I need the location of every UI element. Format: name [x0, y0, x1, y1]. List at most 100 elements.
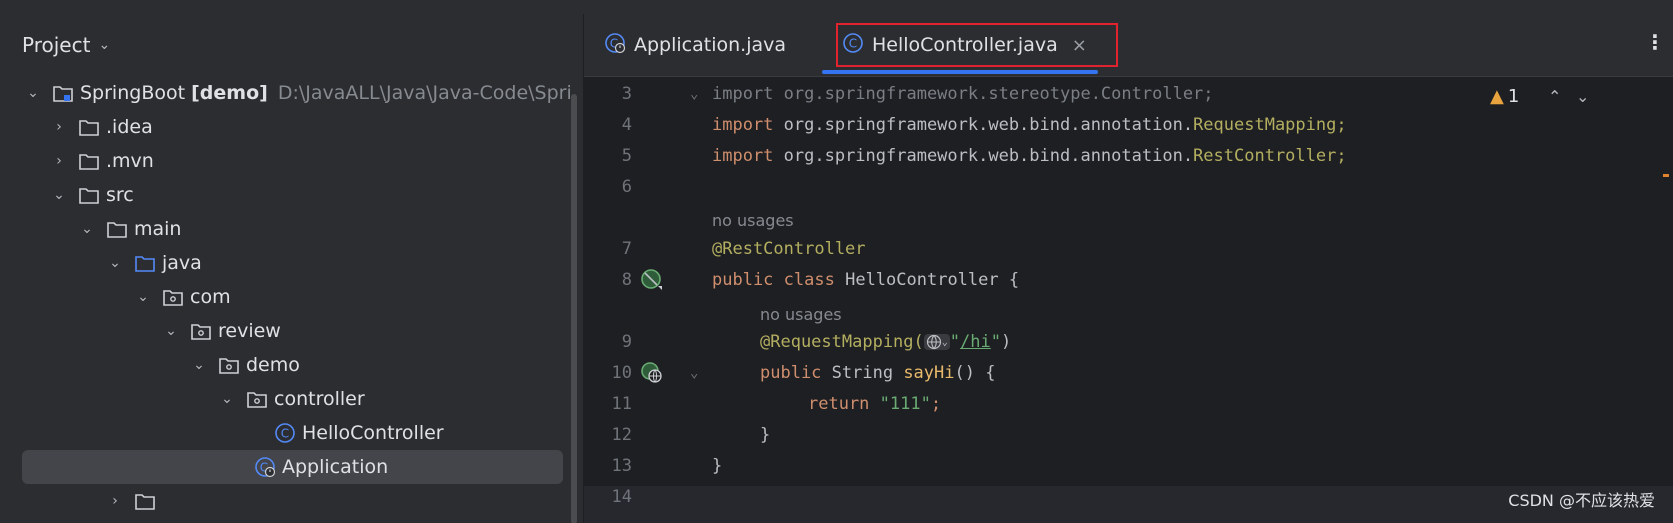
line-number: 9 [621, 332, 632, 352]
tree-node-label: main [134, 218, 182, 240]
tree-node-src[interactable]: ⌄ src [0, 178, 583, 212]
package-icon [190, 320, 212, 342]
chevron-up-icon[interactable]: ⌃ [1548, 87, 1561, 106]
folder-icon [78, 116, 100, 138]
tab-hellocontroller-java[interactable]: C HelloController.java × [842, 24, 1087, 66]
code-text: return "111"; [808, 394, 942, 414]
chevron-down-icon[interactable]: ⌄ [106, 255, 124, 271]
chevron-right-icon[interactable]: › [50, 119, 68, 135]
tree-node-main[interactable]: ⌄ main [0, 212, 583, 246]
watermark: CSDN @不应该热爱 [1508, 491, 1655, 510]
code-text: import org.springframework.stereotype.Co… [712, 84, 1214, 104]
tree-node-partial[interactable]: › [0, 484, 583, 518]
tree-node-idea[interactable]: › .idea [0, 110, 583, 144]
tree-node-label: controller [274, 388, 365, 410]
tab-application-java[interactable]: C Application.java [604, 24, 786, 66]
editor-tabs: C Application.java C HelloController.jav… [584, 14, 1673, 77]
tree-node-label: demo [246, 354, 300, 376]
spring-boot-class-icon: C [254, 456, 276, 478]
inspection-widget[interactable]: ▲ 1 [1490, 86, 1519, 107]
tree-node-controller[interactable]: ⌄ controller [0, 382, 583, 416]
chevron-down-icon[interactable]: ⌄ [218, 391, 236, 407]
usages-hint[interactable]: no usages [712, 211, 794, 230]
chevron-down-icon[interactable]: ⌄ [134, 289, 152, 305]
line-number: 4 [621, 115, 632, 135]
tree-node-label: .idea [106, 116, 153, 138]
tab-label: HelloController.java [872, 34, 1058, 56]
package-icon [246, 388, 268, 410]
module-path: D:\JavaALL\Java\Java-Code\Spri [277, 82, 572, 104]
chevron-down-icon[interactable]: ⌄ [50, 187, 68, 203]
tree-node-label: SpringBoot [80, 82, 186, 104]
svg-text:C: C [281, 427, 289, 441]
tree-node-java[interactable]: ⌄ java [0, 246, 583, 280]
code-text: public class HelloController { [712, 270, 1020, 290]
folder-icon [106, 218, 128, 240]
code-text: } [712, 456, 723, 476]
line-number: 7 [621, 239, 632, 259]
code-text: import org.springframework.web.bind.anno… [712, 146, 1347, 166]
chevron-down-icon[interactable]: ⌄ [1576, 87, 1589, 106]
line-number: 14 [611, 487, 632, 507]
globe-icon[interactable]: ⌄ [923, 334, 950, 350]
chevron-down-icon[interactable]: ⌄ [24, 85, 42, 101]
code-line: 12 } [584, 420, 1673, 450]
source-folder-icon [134, 252, 156, 274]
tree-node-label: review [218, 320, 281, 342]
more-options-icon[interactable]: ⋮ [1645, 30, 1665, 54]
line-number: 6 [621, 177, 632, 197]
package-icon [162, 286, 184, 308]
spring-bean-gutter-icon[interactable] [640, 268, 664, 292]
code-line: 11 return "111"; [584, 389, 1673, 419]
tree-node-demo[interactable]: ⌄ demo [0, 348, 583, 382]
line-number: 11 [611, 394, 632, 414]
code-text: import org.springframework.web.bind.anno… [712, 115, 1347, 135]
code-line: 10 ⌄ public String sayHi() { [584, 358, 1673, 388]
package-icon [218, 354, 240, 376]
title-bar [0, 0, 1673, 15]
line-number: 3 [621, 84, 632, 104]
code-text: @RestController [712, 239, 866, 259]
project-view-selector[interactable]: Project ⌄ [22, 30, 110, 60]
code-text: } [760, 425, 771, 445]
tree-node-springboot[interactable]: ⌄ SpringBoot [demo] D:\JavaALL\Java\Java… [0, 76, 583, 110]
tree-node-label: Application [282, 456, 389, 478]
tree-node-mvn[interactable]: › .mvn [0, 144, 583, 178]
error-stripe-marker[interactable] [1663, 174, 1669, 177]
endpoint-gutter-icon[interactable] [640, 361, 664, 385]
url-link[interactable]: /hi [960, 332, 991, 352]
tree-node-application[interactable]: C Application [22, 450, 563, 484]
chevron-down-icon[interactable]: ⌄ [190, 357, 208, 373]
tree-node-label: java [162, 252, 202, 274]
code-line: 9 @RequestMapping(⌄ "/hi") [584, 327, 1673, 357]
chevron-right-icon[interactable]: › [50, 153, 68, 169]
warning-count: 1 [1507, 86, 1520, 107]
chevron-down-icon: ⌄ [941, 336, 948, 348]
spring-boot-class-icon: C [604, 32, 626, 59]
project-panel: Project ⌄ ⌄ SpringBoot [demo] D:\JavaALL… [0, 14, 583, 523]
module-folder-icon [52, 82, 74, 104]
code-line: 13 } [584, 451, 1673, 481]
chevron-down-icon: ⌄ [98, 37, 111, 53]
folder-icon [78, 150, 100, 172]
tree-node-review[interactable]: ⌄ review [0, 314, 583, 348]
tree-node-com[interactable]: ⌄ com [0, 280, 583, 314]
code-line: 8 public class HelloController { [584, 265, 1673, 295]
fold-chevron-icon[interactable]: ⌄ [690, 365, 698, 381]
chevron-down-icon[interactable]: ⌄ [78, 221, 96, 237]
close-icon[interactable]: × [1072, 35, 1087, 56]
project-scrollbar[interactable] [571, 94, 577, 523]
fold-chevron-icon[interactable]: ⌄ [690, 86, 698, 102]
tree-node-hellocontroller[interactable]: C HelloController [0, 416, 583, 450]
code-text: public String sayHi() { [760, 363, 996, 383]
code-line: 4 import org.springframework.web.bind.an… [584, 110, 1673, 140]
warning-icon: ▲ [1490, 86, 1504, 107]
chevron-down-icon[interactable]: ⌄ [162, 323, 180, 339]
tree-node-label: HelloController [302, 422, 444, 444]
class-icon: C [274, 422, 296, 444]
usages-hint[interactable]: no usages [760, 305, 842, 324]
code-editor[interactable]: 3 ⌄ import org.springframework.stereotyp… [584, 77, 1673, 523]
svg-text:C: C [849, 36, 857, 50]
code-line: 7 @RestController [584, 234, 1673, 264]
chevron-right-icon[interactable]: › [106, 493, 124, 509]
